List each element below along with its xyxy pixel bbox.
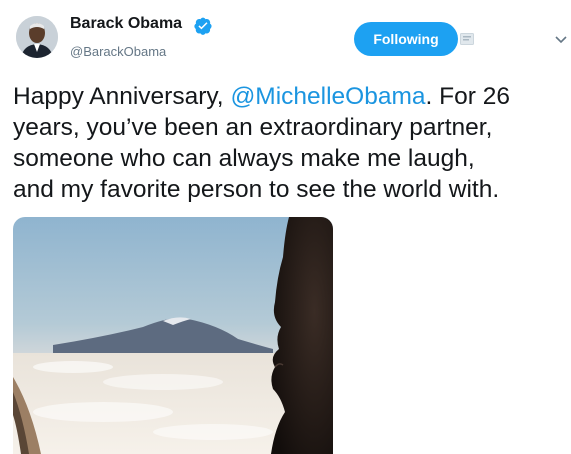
display-name[interactable]: Barack Obama	[70, 15, 182, 33]
following-button[interactable]: Following	[354, 22, 458, 56]
tweet-line: Happy Anniversary, @MichelleObama. For 2…	[13, 81, 569, 112]
avatar-photo	[16, 16, 58, 58]
tweet-line: and my favorite person to see the world …	[13, 176, 500, 203]
chevron-down-icon[interactable]	[555, 36, 567, 44]
photo-airplane-window	[13, 217, 333, 454]
tweet-photo[interactable]	[13, 217, 333, 454]
user-handle[interactable]: @BarackObama	[70, 44, 166, 59]
tweet-line: someone who can always make me laugh,	[13, 145, 475, 172]
verified-badge-icon	[194, 17, 212, 35]
tweet-text-segment: Happy Anniversary,	[13, 83, 231, 110]
avatar[interactable]	[16, 16, 58, 58]
tweet-text: Happy Anniversary, @MichelleObama. For 2…	[13, 81, 569, 205]
mention-link[interactable]: @MichelleObama	[230, 83, 425, 110]
tweet-line: years, you’ve been an extraordinary part…	[13, 114, 493, 141]
tweet-text-segment: . For 26	[425, 83, 510, 110]
notification-icon[interactable]	[460, 33, 474, 45]
